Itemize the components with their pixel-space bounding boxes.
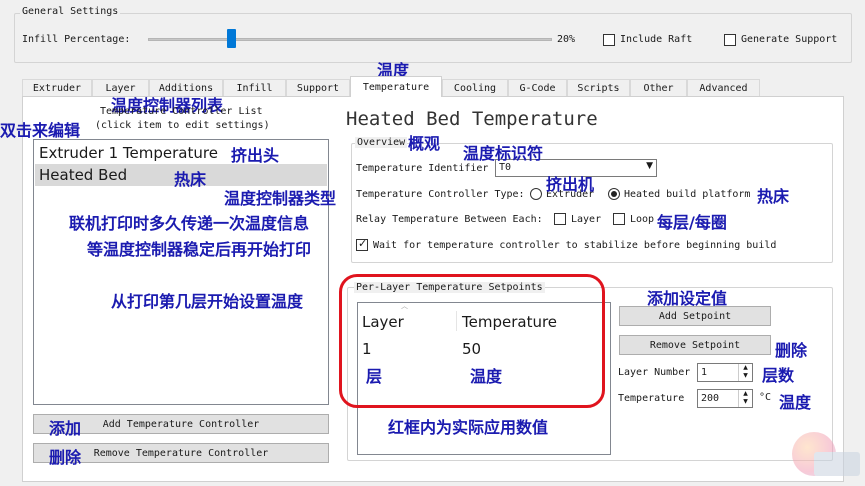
controller-type-label: Temperature Controller Type: (356, 189, 525, 200)
include-raft-checkbox[interactable] (603, 34, 615, 46)
layer-number-label: Layer Number (618, 367, 691, 378)
annotation-controller-type: 温度控制器类型 (224, 189, 337, 208)
tab-scripts[interactable]: Scripts (567, 79, 630, 96)
extruder-radio[interactable] (530, 188, 542, 200)
heated-bed-title: Heated Bed Temperature (346, 108, 598, 130)
controller-list-header-line1: Temperature Controller List (100, 106, 263, 117)
annotation-col-layer: 层 (366, 367, 383, 386)
annotation-temperature: 温度 (779, 393, 812, 412)
add-setpoint-button[interactable]: Add Setpoint (619, 306, 771, 326)
infill-label: Infill Percentage: (22, 34, 131, 45)
include-raft-label: Include Raft (620, 34, 693, 45)
heated-build-platform-label: Heated build platform (624, 189, 751, 200)
controller-list-header-line2: (click item to edit settings) (95, 120, 270, 131)
tab-cooling[interactable]: Cooling (442, 79, 508, 96)
infill-slider-track[interactable] (148, 38, 552, 41)
annotation-hot-bed-radio: 热床 (757, 187, 790, 206)
heated-build-platform-radio[interactable] (608, 188, 620, 200)
temperature-identifier-label: Temperature Identifier (356, 163, 489, 174)
annotation-add-setpoint: 添加设定值 (647, 289, 728, 308)
temperature-unit: °C (759, 392, 772, 403)
stepper-arrows-icon[interactable]: ▲ ▼ (738, 364, 752, 381)
temperature-label: Temperature (618, 393, 685, 404)
generate-support-label: Generate Support (741, 34, 838, 45)
annotation-relay-info: 联机打印时多久传递一次温度信息 (69, 214, 310, 233)
tab-advanced[interactable]: Advanced (687, 79, 760, 96)
annotation-layer-number: 层数 (762, 366, 795, 385)
annotation-double-click: 双击来编辑 (0, 121, 81, 140)
relay-loop-label: Loop (630, 214, 655, 225)
tab-support[interactable]: Support (286, 79, 350, 96)
infill-slider-thumb[interactable] (227, 29, 236, 48)
layer-number-value: 1 (701, 367, 708, 378)
tab-temperature[interactable]: Temperature (350, 76, 442, 97)
annotation-wait-info: 等温度控制器稳定后再开始打印 (87, 240, 312, 259)
annotation-identifier: 温度标识符 (463, 144, 544, 163)
annotation-delete-setpoint: 删除 (775, 341, 808, 360)
watermark-logo (790, 430, 862, 482)
annotation-hot-bed-item: 热床 (174, 170, 207, 189)
stepper-arrows-icon[interactable]: ▲ ▼ (738, 390, 752, 407)
overview-legend: Overview (355, 137, 408, 148)
red-highlight-box (339, 274, 605, 408)
tab-other[interactable]: Other (630, 79, 687, 96)
relay-layer-label: Layer (571, 214, 602, 225)
remove-setpoint-button[interactable]: Remove Setpoint (619, 335, 771, 355)
tab-extruder[interactable]: Extruder (22, 79, 92, 96)
tab-gcode[interactable]: G-Code (508, 79, 567, 96)
relay-loop-checkbox[interactable] (613, 213, 625, 225)
chevron-down-icon: ▼ (646, 161, 653, 171)
annotation-red-box-note: 红框内为实际应用数值 (388, 418, 549, 437)
relay-label: Relay Temperature Between Each: (356, 214, 543, 225)
annotation-delete: 删除 (49, 448, 82, 467)
temperature-stepper[interactable]: 200 ▲ ▼ (697, 389, 753, 408)
temperature-value: 200 (701, 393, 720, 404)
infill-value: 20% (557, 34, 576, 45)
wait-stabilize-label: Wait for temperature controller to stabi… (373, 240, 777, 251)
annotation-multi-layer: 每层/每圈 (657, 213, 727, 232)
annotation-overview: 概观 (408, 134, 441, 153)
annotation-extruder-head: 挤出头 (231, 146, 280, 165)
layer-number-stepper[interactable]: 1 ▲ ▼ (697, 363, 753, 382)
list-item-extruder-1[interactable]: Extruder 1 Temperature (35, 142, 327, 164)
wait-stabilize-checkbox[interactable] (356, 237, 368, 251)
annotation-start-layer: 从打印第几层开始设置温度 (111, 292, 304, 311)
generate-support-checkbox[interactable] (724, 34, 736, 46)
tab-infill[interactable]: Infill (223, 79, 286, 96)
general-settings-legend: General Settings (20, 6, 121, 17)
relay-layer-checkbox[interactable] (554, 213, 566, 225)
annotation-col-temperature: 温度 (470, 367, 503, 386)
annotation-extruder-machine: 挤出机 (546, 175, 595, 194)
annotation-add: 添加 (49, 419, 82, 438)
